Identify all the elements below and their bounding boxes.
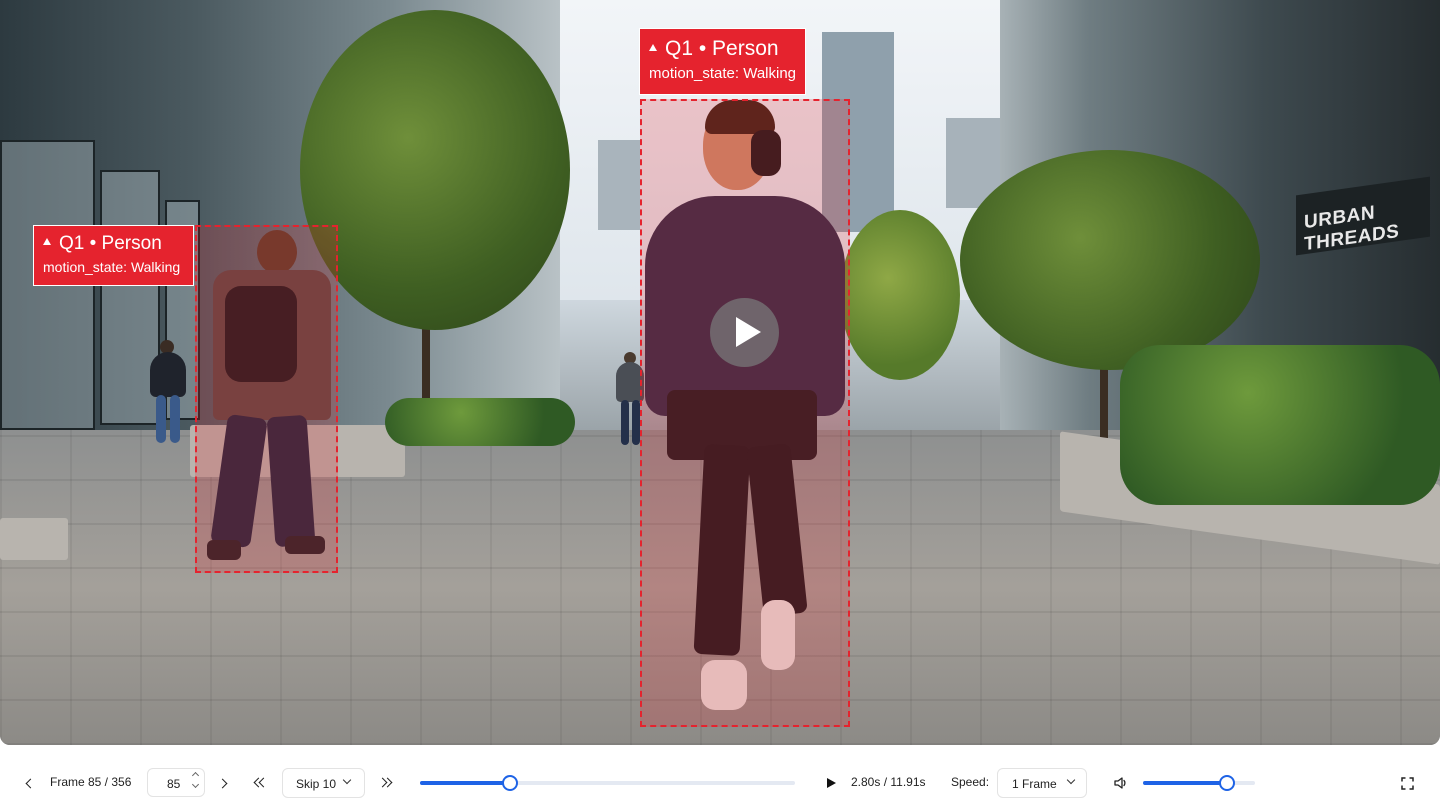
volume-slider[interactable] <box>1143 775 1255 791</box>
prev-frame-icon <box>25 778 35 788</box>
chevron-down-icon <box>1066 775 1076 785</box>
collapse-caret-icon <box>43 238 51 245</box>
timeline-handle[interactable] <box>502 775 518 791</box>
skip-forward-button[interactable] <box>376 773 396 793</box>
skip-back-icon <box>252 777 269 788</box>
detection-attribute: motion_state: Walking <box>649 65 797 82</box>
play-icon <box>826 778 836 788</box>
detection-title: Q1 • Person <box>59 233 162 254</box>
detection-label-person-center[interactable]: Q1 • Person motion_state: Walking <box>639 28 806 95</box>
volume-handle[interactable] <box>1219 775 1235 791</box>
frame-number-input[interactable]: 85 <box>147 768 205 797</box>
timeline-progress <box>420 781 510 785</box>
video-frame[interactable]: URBAN THREADS Q1 • Person motion_state: … <box>0 0 1440 745</box>
volume-button[interactable] <box>1112 773 1130 793</box>
next-frame-icon <box>217 778 227 788</box>
detection-title: Q1 • Person <box>665 37 779 60</box>
play-overlay-button[interactable] <box>710 298 779 367</box>
chevron-down-icon <box>342 775 352 785</box>
frame-stepper[interactable] <box>191 771 200 789</box>
speed-label: Speed: <box>951 775 990 789</box>
video-annotation-viewer: URBAN THREADS Q1 • Person motion_state: … <box>0 0 1440 810</box>
skip-select[interactable]: Skip 10 <box>282 768 365 798</box>
frame-counter: Frame 85 / 356 <box>50 775 132 789</box>
skip-back-button[interactable] <box>249 773 269 793</box>
detection-bbox-person-left[interactable] <box>195 225 338 573</box>
volume-icon <box>1114 777 1126 789</box>
time-display: 2.80s / 11.91s <box>851 775 926 789</box>
prev-frame-button[interactable] <box>22 773 38 793</box>
next-frame-button[interactable] <box>214 773 230 793</box>
detection-label-person-left[interactable]: Q1 • Person motion_state: Walking <box>33 225 194 286</box>
frame-number-value: 85 <box>167 777 181 791</box>
volume-level <box>1143 781 1227 785</box>
collapse-caret-icon <box>649 44 657 51</box>
play-button[interactable] <box>822 773 840 793</box>
detection-bbox-person-center[interactable] <box>640 99 850 727</box>
detection-attribute: motion_state: Walking <box>43 259 181 275</box>
speed-select[interactable]: 1 Frame <box>997 768 1087 798</box>
player-controls: Frame 85 / 356 85 Skip 10 2.80s / 11.91s… <box>0 755 1440 810</box>
timeline-slider[interactable] <box>420 775 795 791</box>
skip-select-value: Skip 10 <box>296 777 337 791</box>
skip-forward-icon <box>377 777 393 788</box>
speed-select-value: 1 Frame <box>1012 777 1057 791</box>
fullscreen-icon <box>1400 776 1414 790</box>
fullscreen-button[interactable] <box>1398 773 1416 793</box>
